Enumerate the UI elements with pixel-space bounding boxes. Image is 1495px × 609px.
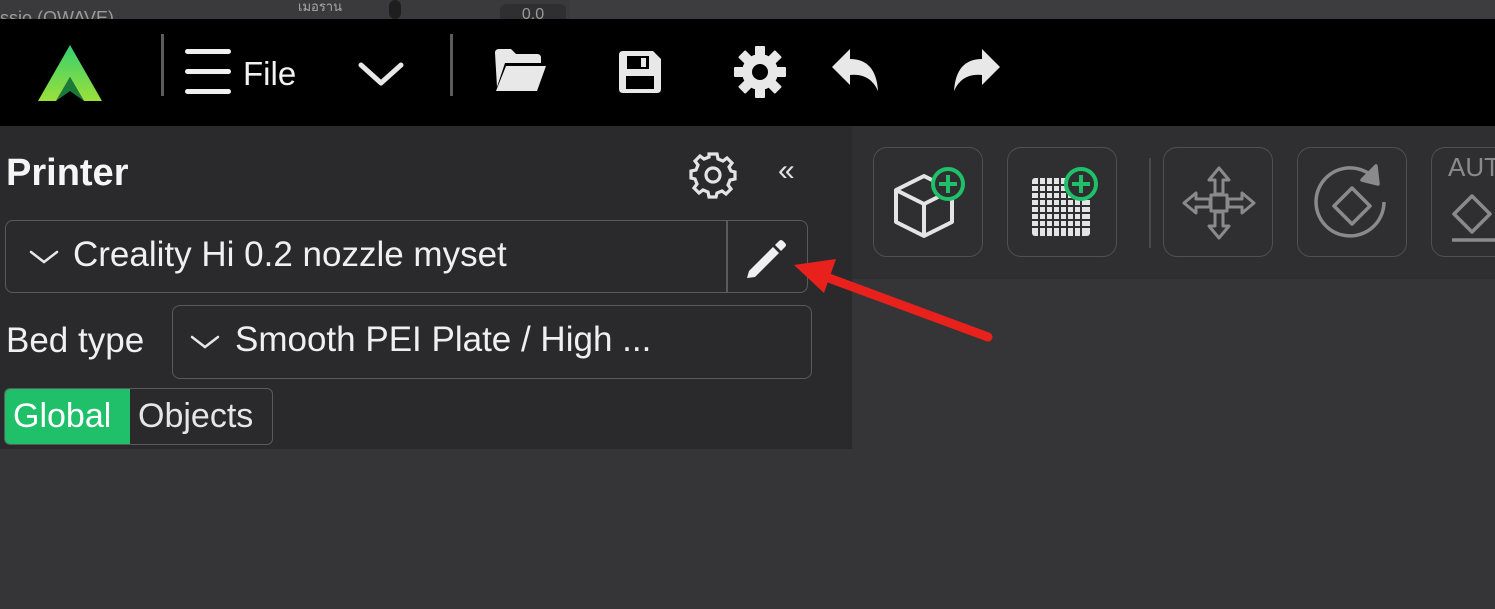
move-icon (1182, 166, 1256, 240)
redo-icon[interactable] (950, 45, 1004, 97)
printer-panel: Printer « Creality Hi 0.2 nozzle myset B… (0, 126, 852, 449)
tab-global[interactable]: Global (5, 389, 130, 444)
chevron-down-icon (29, 250, 59, 264)
toolbar-separator (1149, 158, 1151, 248)
toolbar-separator (161, 34, 164, 96)
settings-scope-toggle: Global Objects (4, 388, 273, 445)
bed-type-value: Smooth PEI Plate / High ... (235, 320, 652, 359)
move-tool-button[interactable] (1163, 147, 1273, 257)
pencil-icon[interactable] (743, 237, 788, 279)
save-icon[interactable] (617, 49, 663, 95)
undo-icon[interactable] (828, 45, 882, 97)
rotate-tool-button[interactable] (1297, 147, 1407, 257)
fragment-label: เมอราน (298, 0, 342, 14)
logo-icon[interactable] (36, 43, 104, 105)
chevron-down-icon[interactable] (357, 59, 405, 89)
annotation-arrow (794, 259, 993, 342)
add-plate-icon (1032, 167, 1098, 236)
menu-icon (185, 49, 231, 94)
fragment-text: ssio (QWAVE) (0, 8, 115, 19)
tab-objects[interactable]: Objects (138, 389, 253, 443)
auto-label: AUT (1448, 152, 1495, 182)
collapse-panel-button[interactable]: « (778, 154, 795, 188)
file-menu-label: File (243, 55, 297, 92)
gear-icon[interactable] (733, 45, 787, 99)
chevron-down-icon (190, 335, 220, 349)
add-object-button[interactable] (873, 147, 983, 257)
panel-title: Printer (6, 152, 129, 194)
bed-type-label: Bed type (6, 321, 145, 360)
fragment-slider-knob (389, 0, 401, 19)
printer-preset-select[interactable]: Creality Hi 0.2 nozzle myset (5, 220, 808, 293)
combo-divider (726, 221, 728, 292)
main-toolbar: File (0, 19, 1495, 126)
auto-arrange-button[interactable]: AUT (1431, 147, 1495, 257)
fragment-value: 0.0 (500, 4, 566, 19)
folder-open-icon[interactable] (493, 47, 547, 93)
printer-preset-value: Creality Hi 0.2 nozzle myset (73, 235, 507, 274)
printer-settings-gear-icon[interactable] (689, 151, 737, 199)
auto-arrange-icon (1452, 194, 1495, 242)
background-window-fragment: ssio (QWAVE) เมอราน 0.0 (0, 0, 1495, 19)
fragment-bar (570, 0, 1495, 19)
toolbar-separator (450, 34, 453, 96)
add-cube-icon (894, 167, 965, 238)
add-plate-button[interactable] (1007, 147, 1117, 257)
rotate-icon (1314, 164, 1386, 238)
bed-type-select[interactable]: Smooth PEI Plate / High ... (172, 305, 812, 379)
file-menu-button[interactable]: File (183, 47, 303, 99)
